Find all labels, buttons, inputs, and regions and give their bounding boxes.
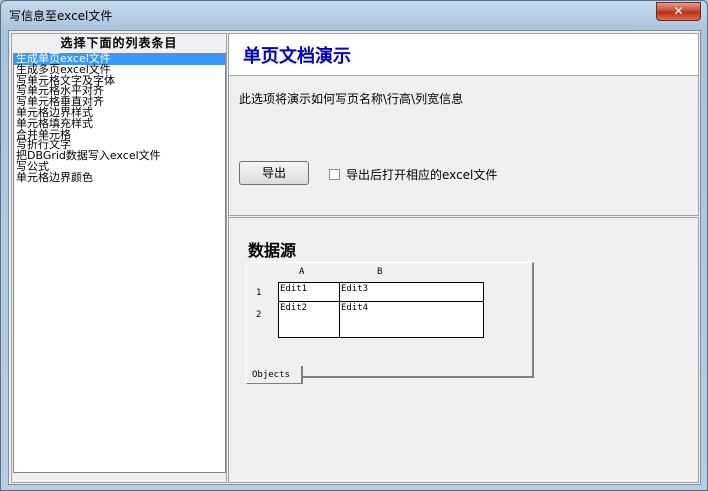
datasource-title: 数据源 [248,241,297,260]
spreadsheet-control[interactable]: A B 1 2 Edit1 Edit3 Edit2 Edit4 [246,262,534,378]
list-item[interactable]: 单元格边界颜色 [14,172,225,184]
demo-description: 此选项将演示如何写页名称\行高\列宽信息 [239,92,464,106]
page-title: 单页文档演示 [243,46,351,67]
grid-cell[interactable]: Edit4 [339,301,484,338]
datasource-panel: 数据源 A B 1 2 Edit1 Edit3 Edit2 Edit4 Obje… [228,217,699,483]
close-button[interactable]: ✕ [656,2,701,21]
window-title: 写信息至excel文件 [9,9,113,23]
app-window: 写信息至excel文件 ✕ 选择下面的列表条目 生成单页excel文件 生成多页… [0,0,708,491]
export-button[interactable]: 导出 [239,161,309,185]
open-after-export-label[interactable]: 导出后打开相应的excel文件 [346,166,497,183]
column-header[interactable]: A [299,267,304,277]
grid-cell[interactable]: Edit3 [339,282,484,302]
open-after-export-checkbox[interactable] [329,168,340,180]
row-header[interactable]: 1 [256,288,261,298]
demo-header: 单页文档演示 [229,34,698,76]
column-header[interactable]: B [377,267,382,277]
client-area: 选择下面的列表条目 生成单页excel文件 生成多页excel文件 写单元格文字… [8,30,701,485]
demo-panel: 单页文档演示 此选项将演示如何写页名称\行高\列宽信息 导出 导出后打开相应的e… [228,33,699,216]
sheet-tab-objects[interactable]: Objects [246,366,303,384]
data-grid[interactable]: Edit1 Edit3 Edit2 Edit4 [278,282,484,338]
row-header[interactable]: 2 [256,310,261,320]
example-list[interactable]: 生成单页excel文件 生成多页excel文件 写单元格文字及字体 写单元格水平… [13,53,226,473]
title-bar[interactable]: 写信息至excel文件 ✕ [1,1,707,29]
grid-cell[interactable]: Edit1 [278,282,340,302]
list-header: 选择下面的列表条目 [60,36,178,50]
open-after-export-option[interactable]: 导出后打开相应的excel文件 [329,166,497,183]
sidebar-panel: 选择下面的列表条目 生成单页excel文件 生成多页excel文件 写单元格文字… [11,33,227,483]
grid-cell[interactable]: Edit2 [278,301,340,338]
close-icon: ✕ [673,4,684,18]
